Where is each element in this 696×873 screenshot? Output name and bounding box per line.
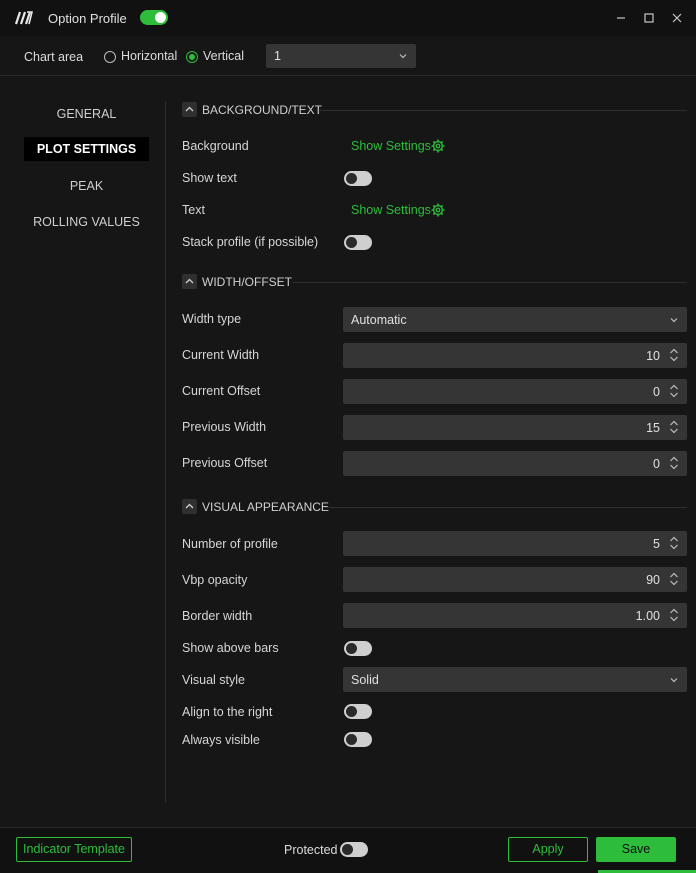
save-button[interactable]: Save: [596, 837, 676, 862]
align-right-toggle[interactable]: [344, 704, 372, 719]
background-show-settings-link[interactable]: Show Settings: [351, 139, 431, 153]
current-width-stepper[interactable]: 10: [343, 343, 687, 368]
title-bar: Option Profile: [0, 0, 696, 36]
width-type-label: Width type: [182, 312, 242, 326]
sidebar-item-general[interactable]: GENERAL: [24, 102, 149, 126]
chart-area-select-value: 1: [274, 49, 281, 63]
section-title: BACKGROUND/TEXT: [202, 103, 323, 117]
indicator-enabled-toggle[interactable]: [140, 10, 168, 25]
sidebar-item-peak[interactable]: PEAK: [24, 174, 149, 198]
vertical-radio[interactable]: [186, 51, 198, 63]
spinner-arrows-icon[interactable]: [669, 348, 679, 362]
visual-style-select[interactable]: Solid: [343, 667, 687, 692]
number-of-profile-stepper[interactable]: 5: [343, 531, 687, 556]
spinner-arrows-icon[interactable]: [669, 572, 679, 586]
sidebar-item-rolling-values[interactable]: ROLLING VALUES: [24, 210, 149, 234]
stack-profile-label: Stack profile (if possible): [182, 235, 319, 249]
sidebar-divider: [165, 102, 166, 802]
width-type-value: Automatic: [351, 312, 407, 327]
previous-width-value: 15: [646, 420, 660, 435]
previous-offset-value: 0: [653, 456, 660, 471]
protected-label: Protected: [284, 843, 338, 857]
visual-style-value: Solid: [351, 672, 379, 687]
previous-width-label: Previous Width: [182, 420, 267, 434]
border-width-label: Border width: [182, 609, 253, 623]
protected-toggle[interactable]: [340, 842, 368, 857]
spinner-arrows-icon[interactable]: [669, 420, 679, 434]
footer-bar: Indicator Template Protected Apply Save: [0, 827, 696, 873]
collapse-chevron-up-icon[interactable]: [182, 102, 197, 117]
spinner-arrows-icon[interactable]: [669, 384, 679, 398]
vbp-opacity-stepper[interactable]: 90: [343, 567, 687, 592]
gear-icon[interactable]: [431, 203, 445, 217]
section-header-background-text: BACKGROUND/TEXT: [182, 102, 687, 118]
chevron-down-icon: [670, 677, 678, 682]
chevron-down-icon: [399, 54, 407, 59]
previous-offset-stepper[interactable]: 0: [343, 451, 687, 476]
text-show-settings-link[interactable]: Show Settings: [351, 203, 431, 217]
chart-area-bar: Chart area Horizontal Vertical 1: [0, 36, 696, 76]
always-visible-toggle[interactable]: [344, 732, 372, 747]
section-divider: [292, 282, 687, 283]
width-type-select[interactable]: Automatic: [343, 307, 687, 332]
number-of-profile-value: 5: [653, 536, 660, 551]
background-label: Background: [182, 139, 249, 153]
show-text-label: Show text: [182, 171, 237, 185]
chart-area-label: Chart area: [24, 50, 84, 64]
section-header-width-offset: WIDTH/OFFSET: [182, 274, 687, 290]
vertical-radio-label[interactable]: Vertical: [203, 49, 244, 63]
collapse-chevron-up-icon[interactable]: [182, 499, 197, 514]
sidebar-item-plot-settings[interactable]: PLOT SETTINGS: [24, 137, 149, 161]
chart-area-select[interactable]: 1: [266, 44, 416, 68]
current-width-label: Current Width: [182, 348, 260, 362]
app-logo-icon: [15, 11, 33, 25]
border-width-stepper[interactable]: 1.00: [343, 603, 687, 628]
always-visible-label: Always visible: [182, 733, 260, 747]
close-icon[interactable]: [669, 10, 685, 26]
spinner-arrows-icon[interactable]: [669, 456, 679, 470]
chevron-down-icon: [670, 317, 678, 322]
indicator-template-button[interactable]: Indicator Template: [16, 837, 132, 862]
vbp-opacity-value: 90: [646, 572, 660, 587]
show-above-bars-toggle[interactable]: [344, 641, 372, 656]
current-offset-stepper[interactable]: 0: [343, 379, 687, 404]
visual-style-label: Visual style: [182, 673, 245, 687]
text-label: Text: [182, 203, 205, 217]
show-above-bars-label: Show above bars: [182, 641, 279, 655]
current-width-value: 10: [646, 348, 660, 363]
horizontal-radio[interactable]: [104, 51, 116, 63]
gear-icon[interactable]: [431, 139, 445, 153]
horizontal-radio-label[interactable]: Horizontal: [121, 49, 177, 63]
maximize-icon[interactable]: [641, 10, 657, 26]
section-title: VISUAL APPEARANCE: [202, 500, 329, 514]
minimize-icon[interactable]: [613, 10, 629, 26]
spinner-arrows-icon[interactable]: [669, 536, 679, 550]
align-right-label: Align to the right: [182, 705, 273, 719]
show-text-toggle[interactable]: [344, 171, 372, 186]
stack-profile-toggle[interactable]: [344, 235, 372, 250]
section-title: WIDTH/OFFSET: [202, 275, 292, 289]
apply-button[interactable]: Apply: [508, 837, 588, 862]
window-title: Option Profile: [48, 11, 127, 26]
previous-offset-label: Previous Offset: [182, 456, 268, 470]
current-offset-label: Current Offset: [182, 384, 261, 398]
vbp-opacity-label: Vbp opacity: [182, 573, 248, 587]
section-divider: [320, 110, 687, 111]
current-offset-value: 0: [653, 384, 660, 399]
spinner-arrows-icon[interactable]: [669, 608, 679, 622]
section-header-visual-appearance: VISUAL APPEARANCE: [182, 499, 687, 515]
collapse-chevron-up-icon[interactable]: [182, 274, 197, 289]
section-divider: [324, 507, 687, 508]
number-of-profile-label: Number of profile: [182, 537, 278, 551]
previous-width-stepper[interactable]: 15: [343, 415, 687, 440]
border-width-value: 1.00: [635, 608, 660, 623]
